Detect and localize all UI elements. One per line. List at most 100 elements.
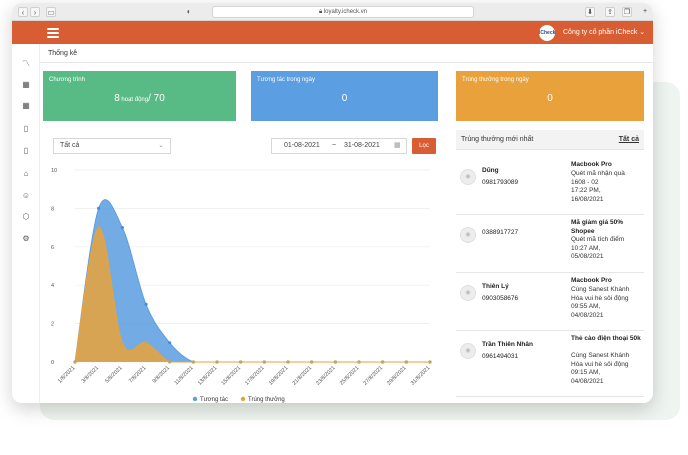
download-icon[interactable]: ⬇: [585, 7, 595, 17]
x-tick-label: 31/8/2021: [410, 365, 432, 387]
company-logo[interactable]: iCheck: [539, 25, 555, 41]
program-select-value: Tất cả: [60, 142, 80, 149]
winner-description: Cùng Sanest Khánh Hòa vui hè sôi động 09:5…: [571, 286, 643, 320]
company-menu[interactable]: Công ty cổ phần iCheck ⌄: [563, 28, 645, 36]
x-tick-label: 3/8/2021: [81, 365, 100, 384]
forward-arrow-icon[interactable]: ›: [30, 7, 40, 17]
date-from: 01-08-2021: [284, 142, 320, 149]
privacy-shield-icon: ◐: [186, 7, 192, 16]
stat-value: 8 hoạt động/ 70: [114, 93, 165, 104]
winner-description: Quét mã nhận quà 1608 - 02 17:22 PM, 16/08/…: [571, 170, 643, 204]
winner-prize: Macbook Pro: [571, 277, 612, 284]
winner-phone: 0981793089: [482, 179, 519, 186]
x-tick-label: 17/8/2021: [244, 365, 266, 387]
data-point: [168, 360, 172, 364]
x-tick-label: 5/8/2021: [104, 365, 123, 384]
winner-description-line: Quét mã tích điểm: [571, 236, 625, 243]
badge-icon[interactable]: ⬡: [21, 212, 31, 222]
sidebar-toggle-icon[interactable]: ▭: [46, 7, 56, 17]
grid-icon[interactable]: ▦: [21, 80, 31, 90]
filter-button[interactable]: Lọc: [412, 138, 436, 154]
avatar-placeholder-icon: ◉: [460, 227, 476, 243]
main-content: Thống kê Chương trình 8 hoạt động/ 70 Tư…: [40, 44, 653, 403]
share-icon[interactable]: ⇪: [605, 7, 615, 17]
date-separator: ~: [332, 142, 337, 149]
winner-description-line: 05/08/2021: [571, 253, 604, 260]
winner-description-line: Hòa vui hè sôi động: [571, 294, 629, 302]
stat-title: Tương tác trong ngày: [257, 77, 315, 83]
x-tick-label: 25/8/2021: [339, 365, 361, 387]
legend-label: Trúng thưởng: [248, 396, 285, 403]
winner-item[interactable]: ◉ Thiên Lý 0903058676 Macbook Pro Cùng Sanes…: [456, 273, 644, 331]
interaction-chart: 0 2 4 6 8 10 1/8/2021 3/8/2021 5/8/2021 7/8/2021 9…: [51, 168, 432, 403]
stat-card-winners: Trúng thưởng trong ngày 0: [456, 71, 644, 121]
address-bar[interactable]: 🔒︎ loyalty.icheck.vn: [212, 6, 474, 18]
date-range-picker[interactable]: 01-08-2021 ~ 31-08-2021 ▦: [271, 138, 407, 154]
divider: [40, 62, 653, 63]
legend-marker: [240, 396, 246, 402]
winner-name: Thiên Lý: [482, 283, 509, 290]
winner-description-line: Cùng Sanest Khánh: [571, 286, 630, 293]
winner-phone: 0903058676: [482, 295, 519, 302]
legend-label: Tương tác: [200, 397, 228, 403]
menu-toggle-icon[interactable]: [47, 28, 59, 38]
stat-value: 0: [341, 93, 348, 104]
stat-value: 0: [547, 93, 553, 104]
chart-icon[interactable]: 〽: [21, 59, 31, 69]
address-bar-url: loyalty.icheck.vn: [323, 9, 368, 15]
avatar-placeholder-icon: ◉: [460, 285, 476, 301]
data-point: [286, 360, 290, 364]
winner-phone: 0961494031: [482, 353, 519, 360]
winner-description-line: 09:15 AM,: [571, 369, 601, 376]
page-title: Thống kê: [48, 50, 78, 57]
x-tick-label: 27/8/2021: [363, 365, 385, 387]
series-area-interactions: [75, 199, 430, 362]
latest-winners-panel: Trúng thưởng mới nhất Tất cả ◉ Dũng 098179…: [456, 130, 644, 403]
panel-title: Trúng thưởng mới nhất: [461, 136, 534, 143]
settings-icon[interactable]: ⚙: [21, 234, 31, 244]
data-point: [73, 360, 77, 364]
tabs-icon[interactable]: ❐: [622, 7, 632, 17]
y-tick-label: 6: [51, 245, 54, 251]
data-point: [333, 360, 337, 364]
y-tick-label: 0: [51, 360, 54, 366]
apps-icon[interactable]: ▦: [21, 101, 31, 111]
x-tick-label: 15/8/2021: [221, 365, 243, 387]
winner-description-line: 04/08/2021: [571, 377, 604, 385]
view-all-link[interactable]: Tất cả: [619, 136, 639, 143]
data-point: [262, 360, 266, 364]
data-point: [428, 360, 432, 364]
winner-item[interactable]: ◉ 0388917727 Mã giảm giá 50% Shopee Quét mã…: [456, 215, 644, 273]
winner-description-line: Cùng Sanest Khánh: [571, 352, 630, 359]
users-icon[interactable]: ☺: [21, 191, 31, 201]
back-arrow-icon[interactable]: ‹: [18, 7, 28, 17]
winner-description-line: 04/08/2021: [571, 311, 604, 319]
file-icon[interactable]: ▯: [21, 146, 31, 156]
winner-name: Dũng: [482, 167, 499, 174]
winner-item[interactable]: ◉ Trần Thiên Nhân 0961494031 Thẻ cào điện t…: [456, 331, 644, 397]
stat-title: Trúng thưởng trong ngày: [462, 77, 529, 83]
winner-item[interactable]: ◉ Dũng 0981793089 Macbook Pro Quét mã nhận q…: [456, 157, 644, 215]
data-point: [381, 360, 385, 364]
new-tab-icon[interactable]: +: [640, 7, 650, 17]
x-tick-label: 9/8/2021: [152, 365, 171, 384]
winner-description-line: 10:27 AM,: [571, 244, 601, 252]
winner-description: Quét mã tích điểm 10:27 AM, 05/08/2021: [571, 236, 643, 262]
data-point: [97, 206, 101, 210]
panel-header: Trúng thưởng mới nhất Tất cả: [456, 130, 644, 150]
gift-icon[interactable]: ⌂: [21, 169, 31, 179]
y-tick-label: 4: [51, 283, 54, 289]
date-to: 31-08-2021: [344, 142, 380, 149]
browser-window: ‹ › ▭ ◐ 🔒︎ loyalty.icheck.vn ⬇ ⇪ ❐ + iCh…: [12, 3, 653, 403]
data-point: [239, 360, 243, 364]
app-header: iCheck Công ty cổ phần iCheck ⌄: [12, 21, 653, 44]
legend-marker: [192, 396, 198, 402]
winner-prize: Thẻ cào điện thoại 50k: [571, 335, 641, 342]
x-tick-label: 11/8/2021: [173, 365, 194, 386]
program-select[interactable]: Tất cả ⌄: [53, 138, 171, 154]
x-tick-label: 13/8/2021: [197, 365, 219, 387]
document-icon[interactable]: ▯: [21, 124, 31, 134]
stat-card-programs: Chương trình 8 hoạt động/ 70: [43, 71, 236, 121]
sidebar: 〽 ▦ ▦ ▯ ▯ ⌂ ☺ ⬡ ⚙: [12, 44, 40, 403]
data-point: [168, 341, 172, 345]
